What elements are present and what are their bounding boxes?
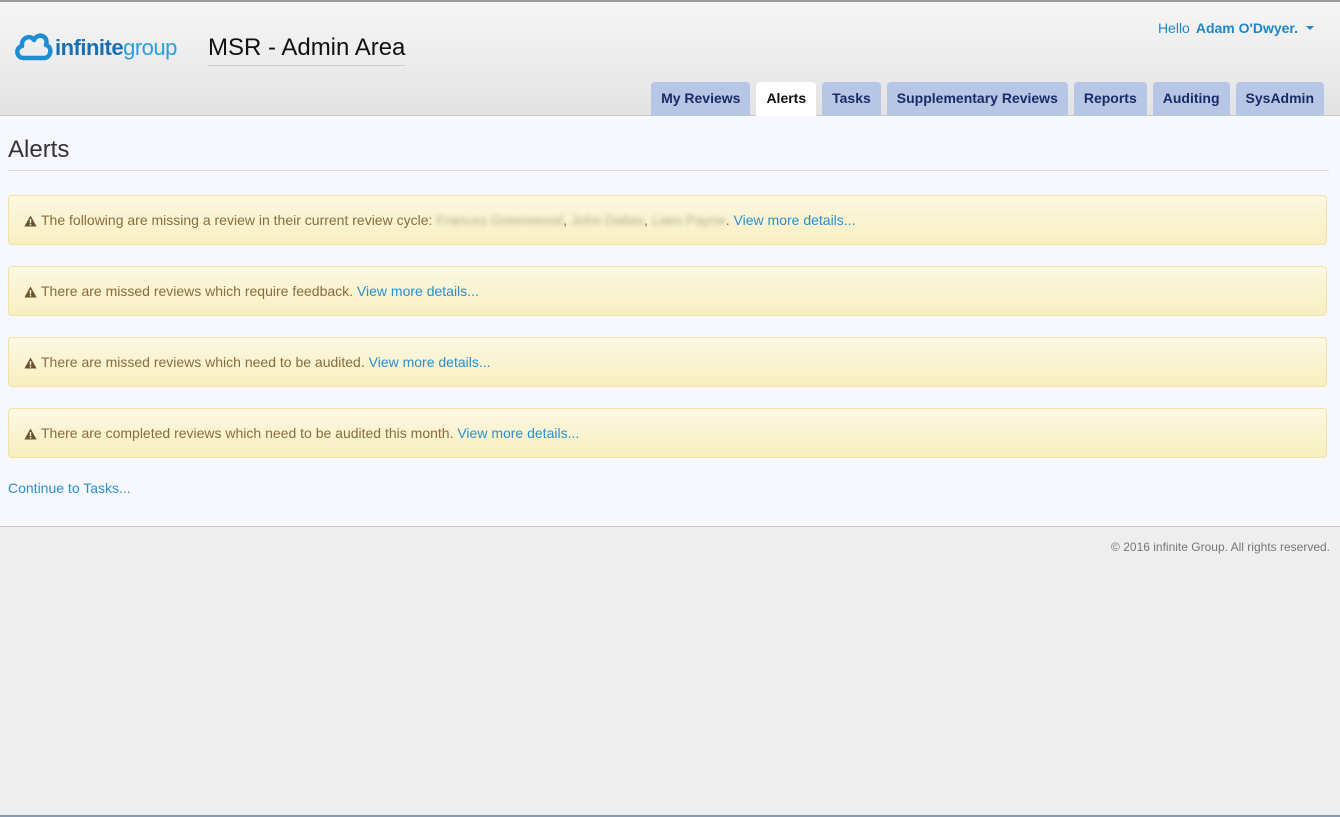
- alert-missed-reviews-feedback: There are missed reviews which require f…: [8, 266, 1327, 316]
- view-more-details-link[interactable]: View more details...: [357, 283, 479, 299]
- warning-triangle-icon: [24, 286, 37, 298]
- alert-missed-reviews-audit: There are missed reviews which need to b…: [8, 337, 1327, 387]
- view-more-details-link[interactable]: View more details...: [457, 425, 579, 441]
- alert-text: There are missed reviews which require f…: [41, 283, 354, 299]
- caret-down-icon: [1306, 26, 1314, 30]
- tab-alerts[interactable]: Alerts: [756, 82, 817, 117]
- page-title: Alerts: [8, 136, 70, 163]
- logo-word-group: group: [123, 35, 177, 60]
- title-divider: [8, 170, 1329, 171]
- user-menu[interactable]: Hello Adam O'Dwyer.: [1158, 20, 1314, 36]
- redacted-name: Liam Payne: [651, 212, 726, 228]
- warning-triangle-icon: [24, 215, 37, 227]
- app-title: MSR - Admin Area: [208, 34, 406, 66]
- app-header: infinitegroup MSR - Admin Area Hello Ada…: [0, 2, 1340, 117]
- logo-text: infinitegroup: [55, 37, 177, 59]
- tab-my-reviews[interactable]: My Reviews: [651, 82, 751, 116]
- user-greeting: Hello: [1157, 20, 1190, 36]
- footer-copyright: © 2016 infinite Group. All rights reserv…: [1111, 540, 1330, 554]
- tab-tasks[interactable]: Tasks: [822, 82, 881, 116]
- tab-supplementary-reviews[interactable]: Supplementary Reviews: [886, 82, 1068, 116]
- alert-missing-reviews: The following are missing a review in th…: [8, 195, 1327, 245]
- tab-reports[interactable]: Reports: [1073, 82, 1147, 116]
- tab-sysadmin[interactable]: SysAdmin: [1235, 82, 1324, 116]
- brand-logo[interactable]: infinitegroup: [14, 27, 177, 69]
- alert-text: There are missed reviews which need to b…: [41, 354, 365, 370]
- redacted-name: John Dallas: [570, 212, 645, 228]
- cloud-logo-icon: [15, 33, 53, 61]
- main-nav-tabs: My Reviews Alerts Tasks Supplementary Re…: [651, 82, 1324, 117]
- warning-triangle-icon: [24, 357, 37, 369]
- continue-to-tasks-link[interactable]: Continue to Tasks...: [8, 480, 131, 496]
- user-name: Adam O'Dwyer.: [1195, 20, 1298, 36]
- view-more-details-link[interactable]: View more details...: [369, 354, 491, 370]
- alert-completed-reviews-audit: There are completed reviews which need t…: [8, 408, 1327, 458]
- main-content: Alerts The following are missing a revie…: [0, 116, 1340, 527]
- view-more-details-link[interactable]: View more details...: [734, 212, 856, 228]
- alert-text: The following are missing a review in th…: [41, 212, 433, 228]
- warning-triangle-icon: [24, 428, 37, 440]
- redacted-name: Frances Greenwood: [436, 212, 564, 228]
- tab-auditing[interactable]: Auditing: [1152, 82, 1230, 116]
- alert-text: There are completed reviews which need t…: [41, 425, 454, 441]
- logo-word-infinite: infinite: [55, 35, 124, 60]
